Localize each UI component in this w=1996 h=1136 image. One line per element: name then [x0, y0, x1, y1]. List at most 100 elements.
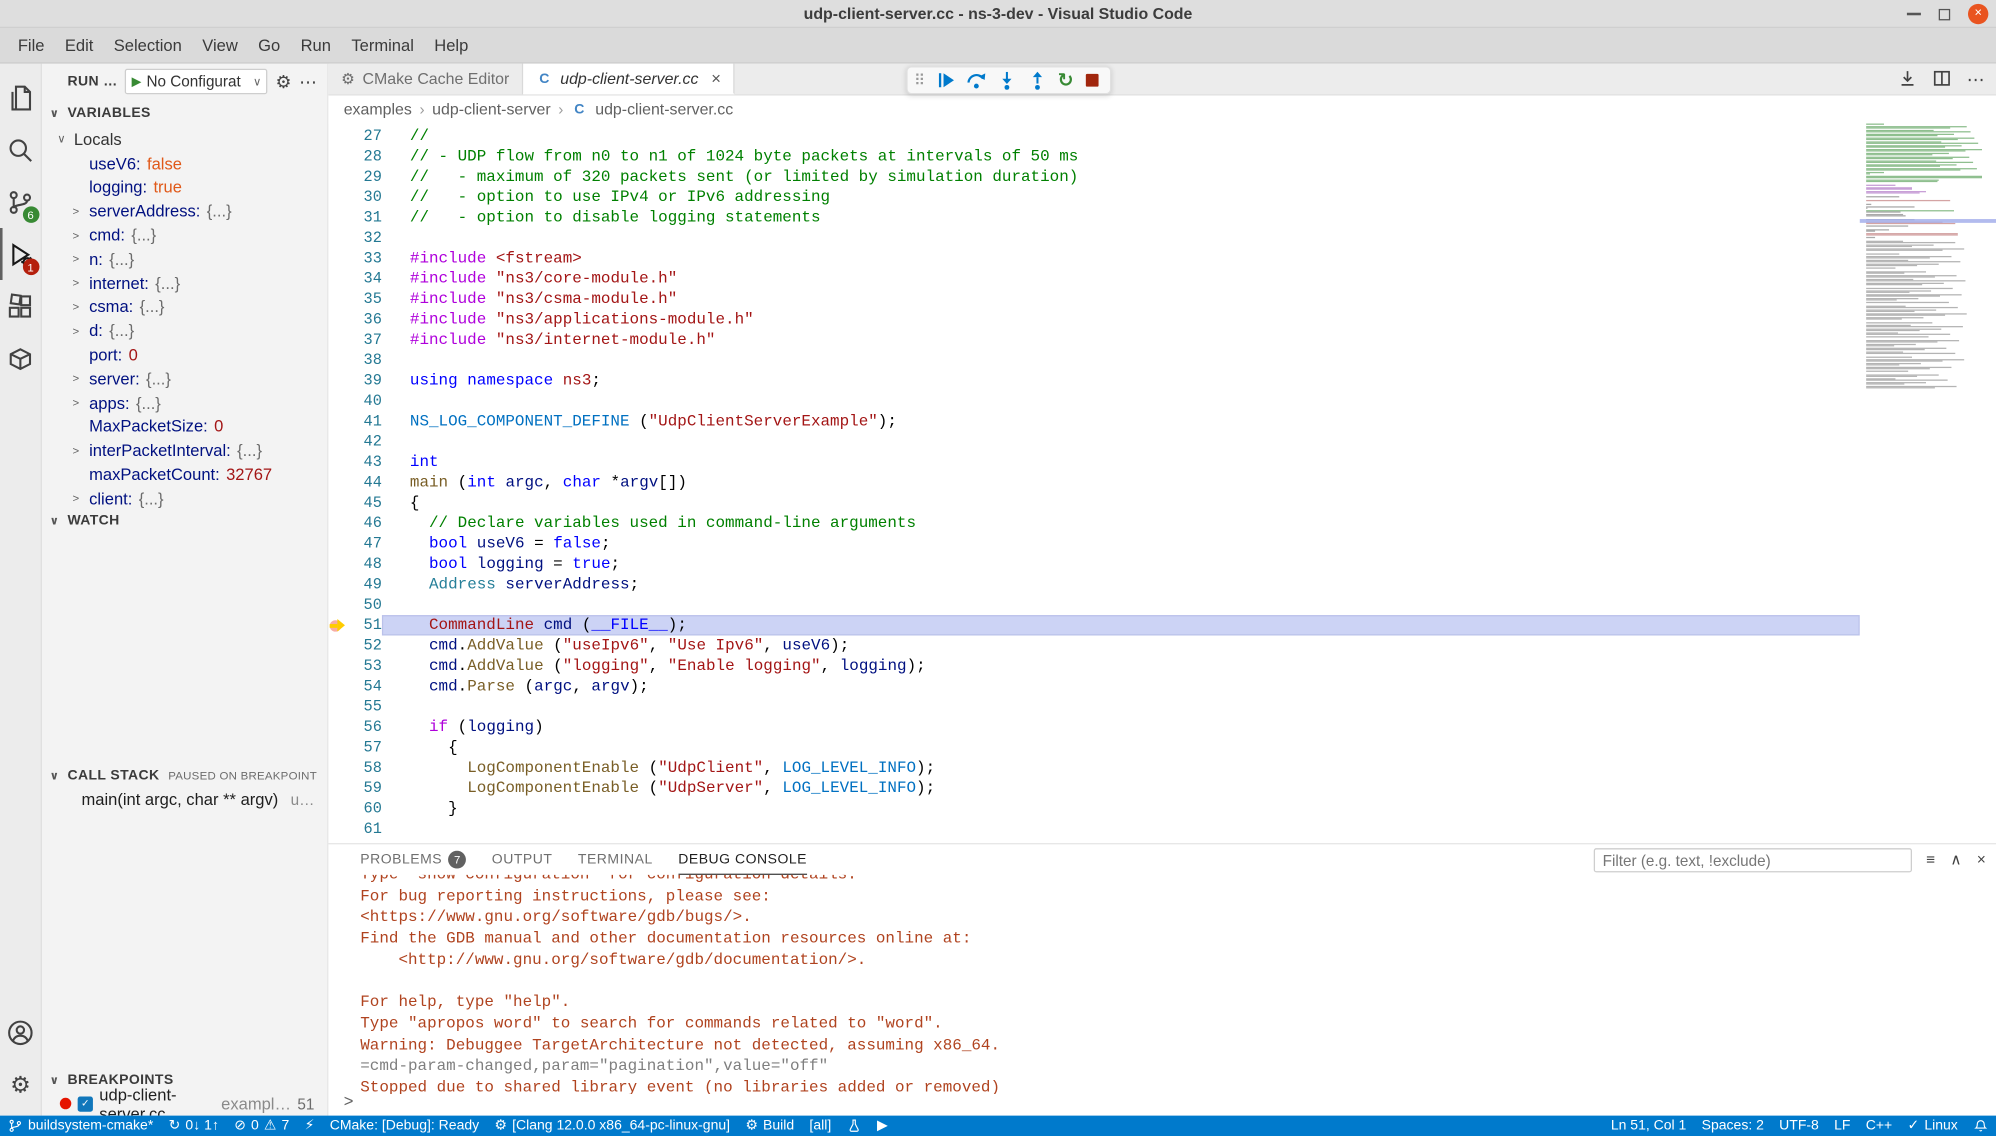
- code-line[interactable]: 49 Address serverAddress;: [328, 574, 1859, 594]
- variables-header[interactable]: ∨ VARIABLES: [42, 102, 327, 125]
- variable-row[interactable]: port:0: [42, 343, 327, 367]
- gutter-marker[interactable]: [328, 819, 348, 839]
- variable-row[interactable]: useV6:false: [42, 151, 327, 175]
- code-line[interactable]: 57 {: [328, 737, 1859, 757]
- code-line[interactable]: 39using namespace ns3;: [328, 371, 1859, 391]
- status-encoding[interactable]: UTF-8: [1772, 1116, 1827, 1136]
- code-line[interactable]: 44main (int argc, char *argv[]): [328, 472, 1859, 492]
- gutter-marker[interactable]: [328, 534, 348, 554]
- tab-close-icon[interactable]: ×: [711, 69, 721, 88]
- status-os[interactable]: ✓ Linux: [1900, 1116, 1966, 1136]
- gutter-marker[interactable]: [328, 269, 348, 289]
- gutter-marker[interactable]: [328, 452, 348, 472]
- gutter-marker[interactable]: [328, 513, 348, 533]
- gutter-marker[interactable]: [328, 350, 348, 370]
- menu-item[interactable]: Terminal: [341, 31, 424, 60]
- more-actions-icon[interactable]: ⋯: [1967, 69, 1986, 91]
- status-language[interactable]: C++: [1858, 1116, 1900, 1136]
- console-filter-input[interactable]: [1594, 848, 1912, 872]
- close-panel-icon[interactable]: ×: [1977, 851, 1986, 869]
- gutter-marker[interactable]: [328, 371, 348, 391]
- breakpoint-row[interactable]: ✓ udp-client-server.cc exampl… 51: [42, 1091, 327, 1115]
- gutter-marker[interactable]: [328, 126, 348, 146]
- tab-debug-console[interactable]: DEBUG CONSOLE: [678, 844, 807, 875]
- gutter-marker[interactable]: [328, 167, 348, 187]
- gutter-marker[interactable]: [328, 330, 348, 350]
- status-problems[interactable]: ⊘ 0 ⚠ 7: [227, 1116, 297, 1136]
- continue-button[interactable]: [933, 69, 958, 92]
- menu-item[interactable]: File: [8, 31, 55, 60]
- variable-row[interactable]: maxPacketCount:32767: [42, 462, 327, 486]
- variable-row[interactable]: >client:{...}: [42, 486, 327, 510]
- code-line[interactable]: 33#include <fstream>: [328, 248, 1859, 268]
- variable-row[interactable]: >server:{...}: [42, 367, 327, 391]
- restart-button[interactable]: ↻: [1055, 69, 1076, 91]
- variable-row[interactable]: >interPacketInterval:{...}: [42, 439, 327, 463]
- gutter-marker[interactable]: [328, 676, 348, 696]
- minimize-icon[interactable]: [1907, 13, 1921, 15]
- step-out-button[interactable]: [1024, 69, 1049, 92]
- tab-cmake-cache-editor[interactable]: ⚙ CMake Cache Editor: [328, 64, 523, 95]
- gutter-marker[interactable]: [328, 758, 348, 778]
- gutter-marker[interactable]: [328, 615, 348, 635]
- code-line[interactable]: 50: [328, 595, 1859, 615]
- code-line[interactable]: 55: [328, 697, 1859, 717]
- gutter-marker[interactable]: [328, 737, 348, 757]
- search-icon[interactable]: [0, 124, 41, 176]
- variable-row[interactable]: >cmd:{...}: [42, 223, 327, 247]
- gutter-marker[interactable]: [328, 146, 348, 166]
- menu-item[interactable]: Selection: [104, 31, 192, 60]
- code-line[interactable]: 46 // Declare variables used in command-…: [328, 513, 1859, 533]
- status-branch[interactable]: buildsystem-cmake*: [0, 1116, 161, 1136]
- code-line[interactable]: 52 cmd.AddValue ("useIpv6", "Use Ipv6", …: [328, 635, 1859, 655]
- gutter-marker[interactable]: [328, 493, 348, 513]
- status-kit[interactable]: ⚙ [Clang 12.0.0 x86_64-pc-linux-gnu]: [487, 1116, 738, 1136]
- filter-lines-icon[interactable]: ≡: [1926, 851, 1935, 869]
- variable-row[interactable]: ∨Locals: [42, 127, 327, 151]
- breadcrumb-item[interactable]: udp-client-server: [432, 101, 551, 119]
- code-line[interactable]: 51 CommandLine cmd (__FILE__);: [328, 615, 1859, 635]
- gutter-marker[interactable]: [328, 799, 348, 819]
- call-stack-header[interactable]: ∨ CALL STACK PAUSED ON BREAKPOINT: [42, 764, 327, 787]
- gutter-marker[interactable]: [328, 697, 348, 717]
- gutter-marker[interactable]: [328, 635, 348, 655]
- package-box-icon[interactable]: [0, 332, 41, 384]
- maximize-icon[interactable]: [1939, 8, 1950, 19]
- menu-item[interactable]: Help: [424, 31, 478, 60]
- code-line[interactable]: 43int: [328, 452, 1859, 472]
- breadcrumb-item[interactable]: examples: [344, 101, 412, 119]
- debug-settings-gear-icon[interactable]: ⚙: [275, 73, 291, 91]
- gutter-marker[interactable]: [328, 595, 348, 615]
- code-line[interactable]: 45{: [328, 493, 1859, 513]
- code-line[interactable]: 58 LogComponentEnable ("UdpClient", LOG_…: [328, 758, 1859, 778]
- breakpoint-checkbox[interactable]: ✓: [78, 1096, 93, 1111]
- code-line[interactable]: 48 bool logging = true;: [328, 554, 1859, 574]
- watch-header[interactable]: ∨ WATCH: [42, 509, 327, 532]
- minimap[interactable]: [1860, 124, 1996, 844]
- code-line[interactable]: 34#include "ns3/core-module.h": [328, 269, 1859, 289]
- run-debug-icon[interactable]: 1: [0, 228, 41, 280]
- tab-udp-client-server[interactable]: C udp-client-server.cc ×: [523, 64, 735, 95]
- menu-item[interactable]: Run: [290, 31, 341, 60]
- gutter-marker[interactable]: [328, 717, 348, 737]
- stop-button[interactable]: [1081, 70, 1104, 90]
- menu-item[interactable]: Edit: [55, 31, 104, 60]
- explorer-icon[interactable]: [0, 71, 41, 123]
- close-icon[interactable]: ×: [1968, 4, 1988, 24]
- gutter-marker[interactable]: [328, 228, 348, 248]
- code-line[interactable]: 53 cmd.AddValue ("logging", "Enable logg…: [328, 656, 1859, 676]
- gutter-marker[interactable]: [328, 248, 348, 268]
- more-actions-icon[interactable]: ⋯: [299, 73, 317, 91]
- code-line[interactable]: 41NS_LOG_COMPONENT_DEFINE ("UdpClientSer…: [328, 411, 1859, 431]
- gutter-marker[interactable]: [328, 574, 348, 594]
- gutter-marker[interactable]: [328, 432, 348, 452]
- variable-row[interactable]: >d:{...}: [42, 319, 327, 343]
- code-line[interactable]: 47 bool useV6 = false;: [328, 534, 1859, 554]
- code-line[interactable]: 59 LogComponentEnable ("UdpServer", LOG_…: [328, 778, 1859, 798]
- gutter-marker[interactable]: [328, 187, 348, 207]
- gutter-marker[interactable]: [328, 309, 348, 329]
- status-indentation[interactable]: Spaces: 2: [1694, 1116, 1772, 1136]
- code-line[interactable]: 60 }: [328, 799, 1859, 819]
- code-line[interactable]: 38: [328, 350, 1859, 370]
- variable-row[interactable]: >serverAddress:{...}: [42, 199, 327, 223]
